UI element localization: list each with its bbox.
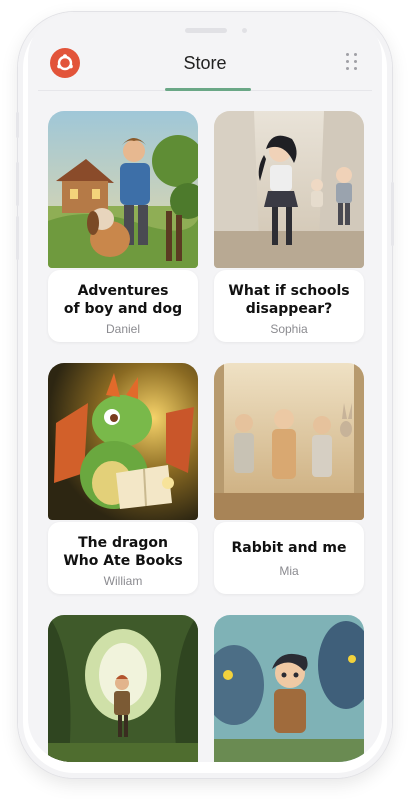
volume-up-button (16, 162, 19, 206)
book-title: Adventures of boy and dog (63, 283, 183, 317)
book-info: What if schools disappear? Sophia (214, 270, 364, 342)
book-card[interactable] (48, 615, 198, 762)
book-author: Mia (279, 564, 299, 578)
book-card[interactable]: Rabbit and me Mia (214, 363, 364, 594)
book-title: What if schools disappear? (228, 283, 350, 317)
book-cover-image (214, 111, 364, 268)
app-header: Store (28, 40, 382, 92)
book-info: The dragon Who Ate Books William (48, 522, 198, 594)
book-card[interactable] (214, 615, 364, 762)
book-author: Sophia (270, 322, 308, 336)
volume-down-button (16, 216, 19, 260)
book-title: Rabbit and me (231, 540, 347, 556)
book-cover-image (48, 111, 198, 268)
tab-indicator (165, 88, 251, 91)
book-author: William (103, 574, 143, 588)
book-author: Daniel (105, 322, 141, 336)
book-card[interactable]: What if schools disappear? Sophia (214, 111, 364, 342)
book-title: The dragon Who Ate Books (63, 535, 183, 569)
book-cover-image (214, 615, 364, 762)
book-info: Rabbit and me Mia (214, 522, 364, 594)
app-screen: Store Adventures of boy and dog Daniel W… (28, 14, 382, 762)
book-cover-image (214, 363, 364, 520)
book-card[interactable]: Adventures of boy and dog Daniel (48, 111, 198, 342)
speaker-grille (185, 28, 227, 33)
book-cover-image (48, 363, 198, 520)
power-button (391, 182, 394, 246)
grid-dots-icon[interactable] (346, 53, 358, 71)
book-info: Adventures of boy and dog Daniel (48, 270, 198, 342)
book-cover-image (48, 615, 198, 762)
book-card[interactable]: The dragon Who Ate Books William (48, 363, 198, 594)
front-camera (242, 28, 247, 33)
mute-switch (16, 112, 19, 138)
page-title: Store (183, 53, 227, 73)
